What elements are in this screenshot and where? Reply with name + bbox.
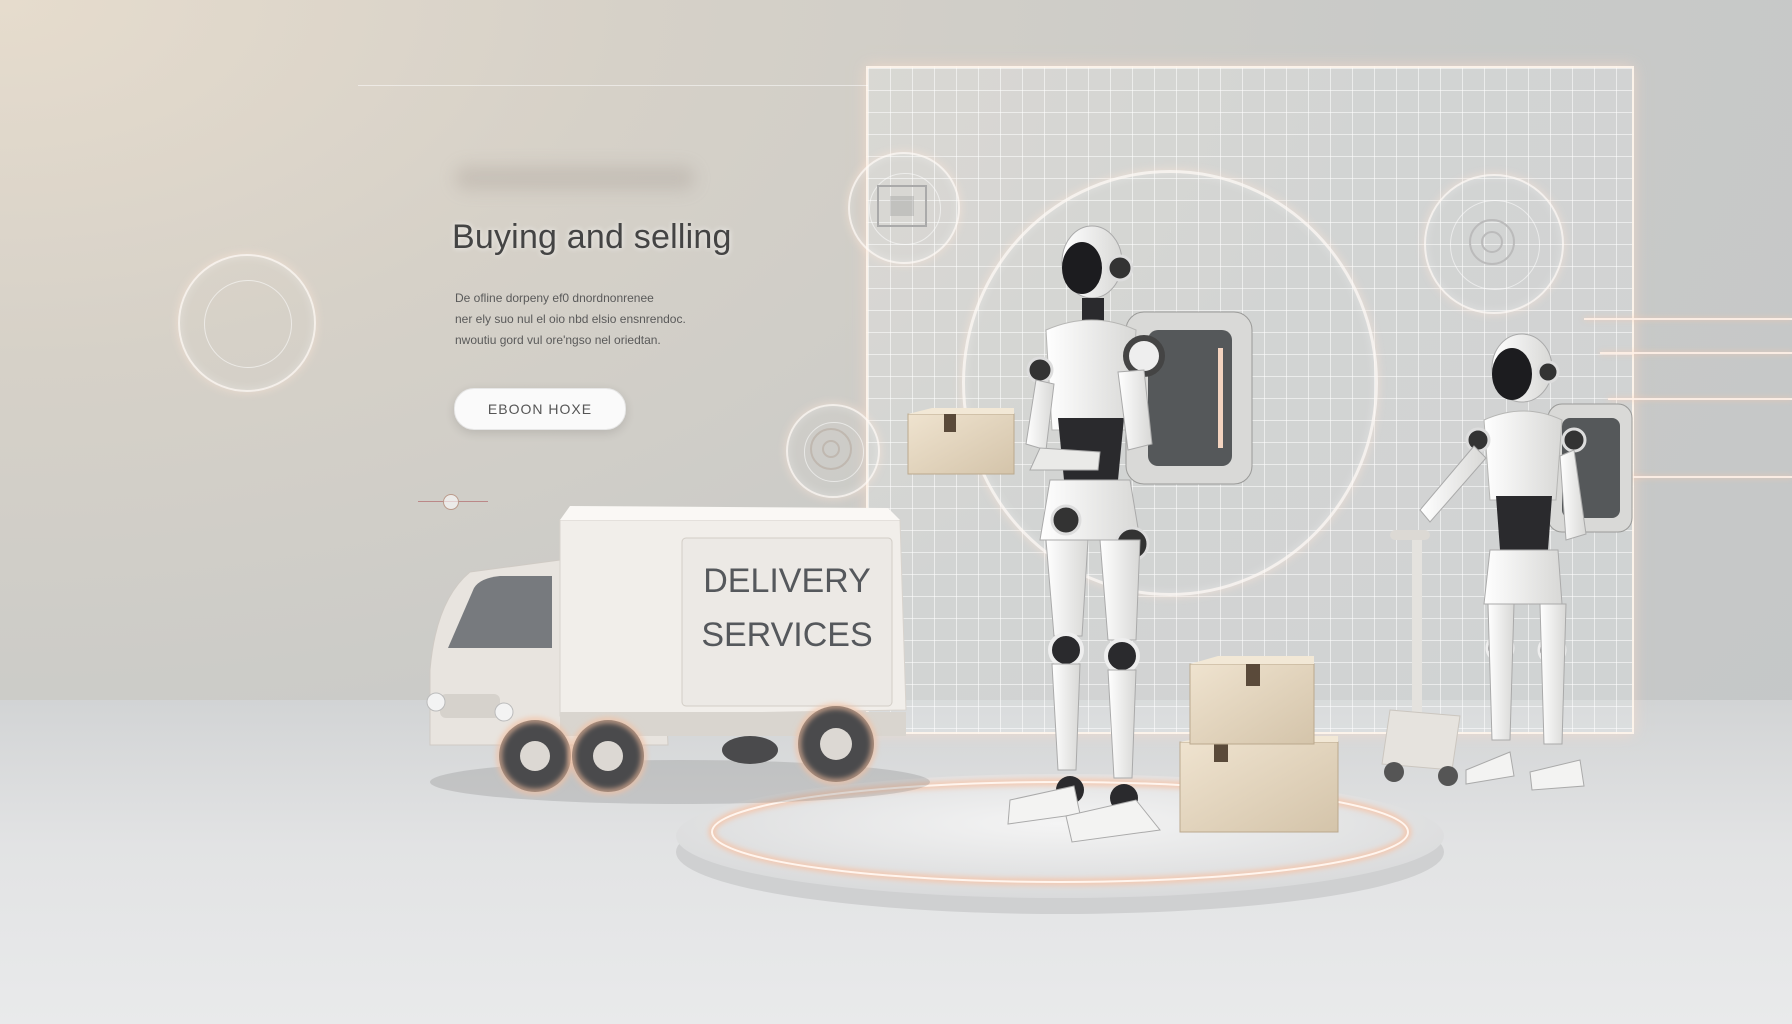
truck-label-line2: SERVICES: [701, 616, 872, 654]
target-icon: [810, 428, 852, 470]
delivery-truck: DELIVERY SERVICES: [426, 506, 930, 804]
hand-cart: [1381, 530, 1461, 786]
scene-illustration: DELIVERY SERVICES: [426, 185, 1633, 914]
truck-label-line1: DELIVERY: [703, 562, 871, 600]
stacked-boxes: [1179, 656, 1339, 833]
chip-icon: [877, 185, 927, 227]
circuit-icon: [1469, 219, 1515, 265]
